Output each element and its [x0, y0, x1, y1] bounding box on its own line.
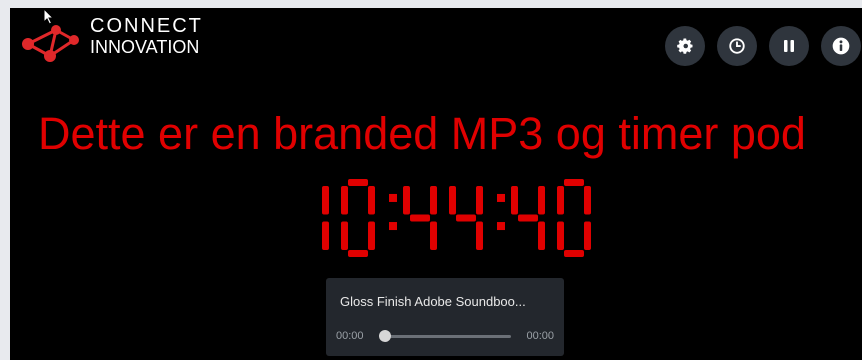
clock-digit-segment [584, 221, 591, 250]
clock-digit-segment [476, 186, 483, 215]
clock-digit-segment [584, 186, 591, 215]
clock-digit-segment [368, 186, 375, 215]
clock-digit-segment [430, 186, 437, 215]
clock-colon-dot [389, 222, 397, 231]
brand-line2: INNOVATION [90, 37, 200, 57]
clock-colon-dot [389, 193, 397, 202]
audio-player: Gloss Finish Adobe Soundboo... 00:00 00:… [326, 278, 564, 356]
headline-text: Dette er en branded MP3 og timer pod [38, 108, 806, 159]
clock-digit-segment [430, 221, 437, 250]
clock-digit-segment [564, 179, 584, 186]
clock-digit-segment [564, 250, 584, 257]
clock-time: 10:44:40 [285, 173, 289, 174]
pause-icon [784, 40, 794, 52]
clock-digit-segment [538, 186, 545, 215]
gear-icon [677, 38, 693, 54]
clock-digit-segment [557, 186, 564, 215]
timer-button[interactable] [717, 26, 757, 66]
info-icon [832, 37, 850, 55]
clock-digit-segment [518, 214, 538, 222]
clock-digit-segment [322, 186, 329, 215]
seek-knob[interactable] [379, 330, 391, 342]
clock-digit-segment [557, 221, 564, 250]
connect-logo-icon [22, 25, 79, 62]
pause-button[interactable] [769, 26, 809, 66]
clock-digit-segment [476, 221, 483, 250]
clock-digit-segment [538, 221, 545, 250]
clock-digit-segment [341, 186, 348, 215]
settings-button[interactable] [665, 26, 705, 66]
clock-digit-segment [368, 221, 375, 250]
seek-bar[interactable] [384, 335, 511, 338]
clock-icon [729, 38, 745, 54]
duration-time: 00:00 [526, 330, 554, 342]
clock-digit-segment [348, 179, 368, 186]
control-bar [665, 26, 861, 66]
clock-digit-segment [410, 214, 430, 222]
clock-digit-segment [322, 221, 329, 250]
info-button[interactable] [821, 26, 861, 66]
digital-clock: 10:44:40 [285, 173, 591, 257]
clock-colon-dot [497, 222, 505, 231]
clock-digit-segment [449, 186, 456, 215]
clock-digit-segment [348, 250, 368, 257]
pod-window: CONNECT INNOVATION Dette er en branded M… [10, 8, 862, 360]
current-time: 00:00 [336, 330, 364, 342]
brand-wordmark: CONNECT INNOVATION [90, 16, 203, 56]
clock-digit-segment [511, 186, 518, 215]
clock-digit-segment [341, 221, 348, 250]
clock-digit-segment [403, 186, 410, 215]
track-title: Gloss Finish Adobe Soundboo... [340, 294, 526, 309]
brand-line1: CONNECT [90, 15, 203, 37]
clock-digit-segment [456, 214, 476, 222]
clock-colon-dot [497, 193, 505, 202]
